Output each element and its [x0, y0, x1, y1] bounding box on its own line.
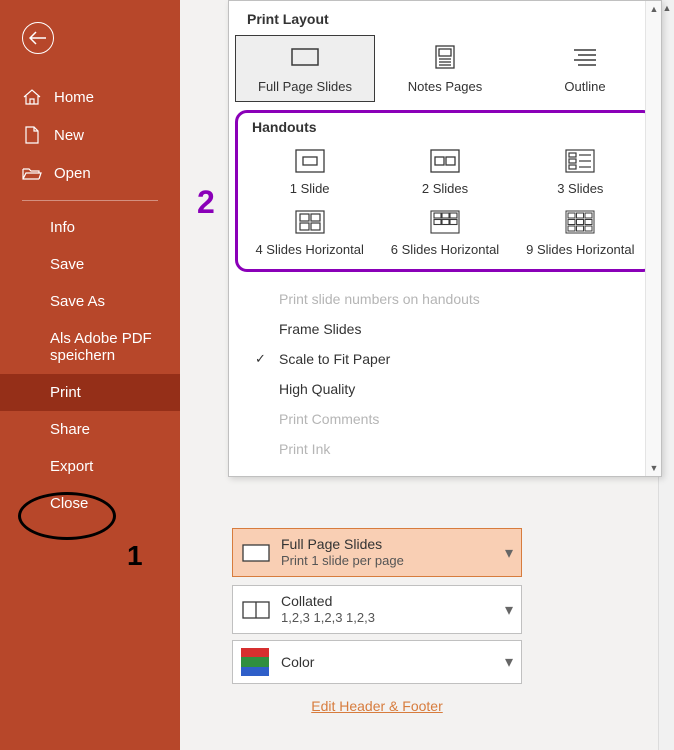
outline-icon [567, 43, 603, 71]
sidebar-label: New [54, 127, 84, 144]
handout-3-slides[interactable]: 3 Slides [513, 141, 648, 202]
print-layout-header: Print Layout [229, 1, 661, 35]
slide-mini-icon [241, 543, 271, 563]
print-layout-dropdown: ▲ ▼ Print Layout Full Page Slides Notes … [228, 0, 662, 477]
back-arrow-icon [29, 31, 47, 45]
back-button[interactable] [22, 22, 54, 54]
opt-print-comments: Print Comments [229, 404, 661, 434]
open-icon [22, 164, 42, 182]
handouts-section: Handouts 1 Slide 2 Slides 3 Slides 4 Sli… [235, 110, 655, 272]
chevron-down-icon: ▾ [505, 652, 513, 672]
setting-sub: Print 1 slide per page [281, 553, 505, 570]
sidebar-item-print[interactable]: Print [0, 374, 180, 411]
handout-9h-icon [562, 208, 598, 236]
setting-slides-per-page[interactable]: Full Page Slides Print 1 slide per page … [232, 528, 522, 577]
home-icon [22, 88, 42, 106]
opt-scale-to-fit[interactable]: ✓Scale to Fit Paper [229, 344, 661, 374]
full-page-icon [287, 43, 323, 71]
color-swatch-icon [241, 648, 269, 676]
opt-print-ink: Print Ink [229, 434, 661, 464]
handout-1-icon [292, 147, 328, 175]
notes-pages-icon [427, 43, 463, 71]
opt-print-slide-numbers: Print slide numbers on handouts [229, 284, 661, 314]
sidebar-item-close[interactable]: Close [0, 485, 180, 522]
sidebar-item-info[interactable]: Info [0, 209, 180, 246]
sidebar-item-save[interactable]: Save [0, 246, 180, 283]
edit-header-footer-link[interactable]: Edit Header & Footer [232, 698, 522, 714]
opt-high-quality[interactable]: High Quality [229, 374, 661, 404]
setting-title: Full Page Slides [281, 535, 505, 553]
print-layout-row: Full Page Slides Notes Pages Outline [229, 35, 661, 110]
handout-2-icon [427, 147, 463, 175]
handouts-header: Handouts [242, 119, 648, 141]
handout-3-icon [562, 147, 598, 175]
check-icon: ✓ [255, 351, 266, 367]
backstage-sidebar: Home New Open Info Save Save As Als Adob… [0, 0, 180, 750]
scroll-up-icon[interactable]: ▲ [646, 1, 662, 17]
collated-mini-icon [241, 600, 271, 620]
layout-full-page-slides[interactable]: Full Page Slides [235, 35, 375, 102]
sidebar-separator [22, 200, 158, 201]
sidebar-label: Home [54, 89, 94, 106]
handout-6h-icon [427, 208, 463, 236]
handout-1-slide[interactable]: 1 Slide [242, 141, 377, 202]
sidebar-item-share[interactable]: Share [0, 411, 180, 448]
setting-collation[interactable]: Collated 1,2,3 1,2,3 1,2,3 ▾ [232, 585, 522, 634]
setting-sub: 1,2,3 1,2,3 1,2,3 [281, 610, 505, 627]
handout-2-slides[interactable]: 2 Slides [377, 141, 512, 202]
handout-9-horizontal[interactable]: 9 Slides Horizontal [513, 202, 648, 263]
handout-4-horizontal[interactable]: 4 Slides Horizontal [242, 202, 377, 263]
print-options-list: Print slide numbers on handouts Frame Sl… [229, 280, 661, 476]
sidebar-label: Open [54, 165, 91, 182]
chevron-down-icon: ▾ [505, 600, 513, 620]
opt-frame-slides[interactable]: Frame Slides [229, 314, 661, 344]
handout-6-horizontal[interactable]: 6 Slides Horizontal [377, 202, 512, 263]
layout-notes-pages[interactable]: Notes Pages [375, 35, 515, 102]
chevron-down-icon: ▾ [505, 543, 513, 563]
setting-color[interactable]: Color ▾ [232, 640, 522, 684]
sidebar-item-open[interactable]: Open [0, 154, 180, 192]
sidebar-item-new[interactable]: New [0, 116, 180, 154]
setting-title: Color [281, 653, 505, 671]
layout-outline[interactable]: Outline [515, 35, 655, 102]
sidebar-item-save-as[interactable]: Save As [0, 283, 180, 320]
sidebar-item-adobe-pdf[interactable]: Als Adobe PDF speichern [0, 320, 180, 374]
handout-4h-icon [292, 208, 328, 236]
setting-title: Collated [281, 592, 505, 610]
sidebar-item-home[interactable]: Home [0, 78, 180, 116]
new-icon [22, 126, 42, 144]
sidebar-item-export[interactable]: Export [0, 448, 180, 485]
